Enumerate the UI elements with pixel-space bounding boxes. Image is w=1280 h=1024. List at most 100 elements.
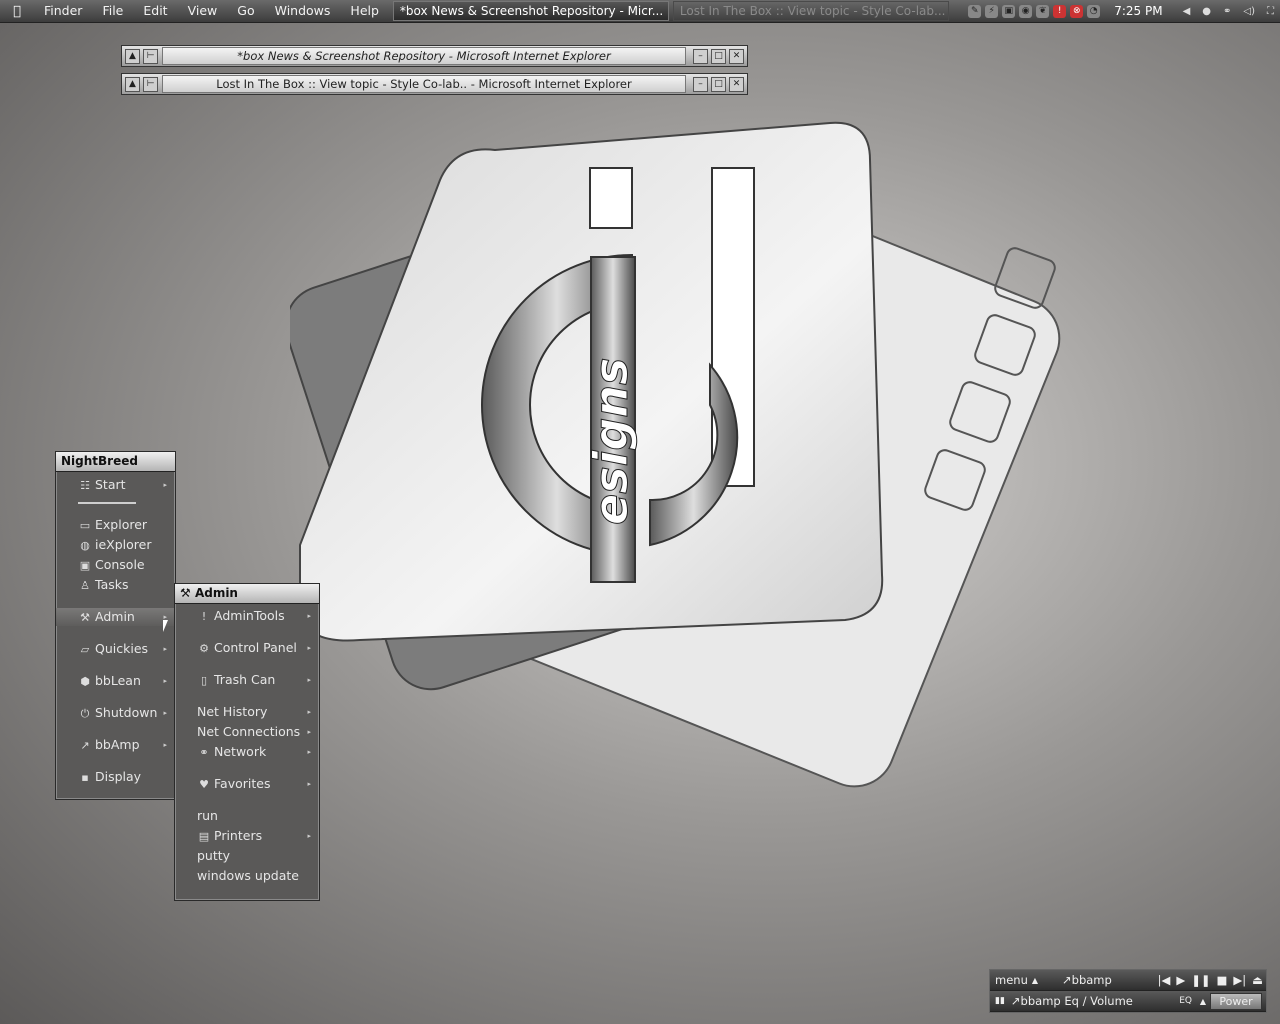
nightbreed-menu: NightBreed ☷ Start ▸ ▭ Explorer ◍ ieXplorer … xyxy=(55,451,176,800)
close-button[interactable]: ✕ xyxy=(729,48,744,64)
window-title[interactable]: *box News & Screenshot Repository - Micr… xyxy=(162,47,686,65)
tools-icon: ⚒ xyxy=(80,611,90,624)
minimize-button[interactable]: – xyxy=(693,48,708,64)
menu-help[interactable]: Help xyxy=(340,0,389,22)
bbamp-menu-button[interactable]: menu xyxy=(995,973,1028,987)
submenu-arrow-icon: ▸ xyxy=(163,741,167,749)
winamp-icon[interactable]: ⚡ xyxy=(985,4,999,18)
previous-button[interactable]: |◀ xyxy=(1158,973,1171,987)
power-button[interactable]: Power xyxy=(1210,993,1262,1010)
submenu-arrow-icon: ▸ xyxy=(163,709,167,717)
console-icon: ▣ xyxy=(79,559,91,572)
equalizer-icon[interactable]: ▮▮ xyxy=(995,996,1005,1006)
menu-item-favorites[interactable]: ♥ Favorites ▸ xyxy=(175,775,319,793)
system-tray: ✎ ⚡ ▣ ◉ ❦ ! ⊗ ◔ 7:25 PM ◀ ● ⚭ ◁) ⛶ xyxy=(966,0,1280,22)
volume-icon[interactable]: ◁) xyxy=(1243,6,1255,17)
globe-icon: ◍ xyxy=(80,539,90,552)
record-icon[interactable]: ● xyxy=(1202,6,1211,17)
pencil-icon[interactable]: ✎ xyxy=(968,4,982,18)
apple-icon[interactable]:  xyxy=(0,4,34,19)
control-panel-icon: ⚙ xyxy=(199,642,209,655)
network-icon[interactable]: ⚭ xyxy=(1223,6,1231,17)
window-menu-icon[interactable]: ⊢ xyxy=(143,76,158,92)
menu-view[interactable]: View xyxy=(178,0,228,22)
tools-icon: ⚒ xyxy=(180,586,195,600)
clock[interactable]: 7:25 PM xyxy=(1114,4,1162,18)
menu-item-net-history[interactable]: Net History ▸ xyxy=(175,703,319,721)
antivirus-icon[interactable]: ! xyxy=(1053,4,1067,18)
prev-icon[interactable]: ◀ xyxy=(1183,6,1191,17)
submenu-arrow-icon: ▸ xyxy=(163,481,167,489)
mouse-pointer-icon xyxy=(163,620,168,632)
designs-logo-wallpaper: esigns xyxy=(290,121,1061,788)
menu-item-admin[interactable]: ⚒ Admin ▸ xyxy=(56,608,175,626)
menu-item-admintools[interactable]: ǃ AdminTools ▸ xyxy=(175,607,319,625)
minimize-button[interactable]: – xyxy=(693,76,708,92)
menu-item-network[interactable]: ⚭ Network ▸ xyxy=(175,743,319,761)
submenu-arrow-icon: ▸ xyxy=(163,645,167,653)
menu-item-run[interactable]: run xyxy=(175,807,319,825)
play-button[interactable]: ▶ xyxy=(1176,973,1185,987)
menu-item-quickies[interactable]: ▱ Quickies ▸ xyxy=(56,640,175,658)
submenu-arrow-icon: ▸ xyxy=(307,728,311,736)
menu-item-console[interactable]: ▣ Console xyxy=(56,556,175,574)
window-title[interactable]: Lost In The Box :: View topic - Style Co… xyxy=(162,75,686,93)
submenu-arrow-icon: ▸ xyxy=(307,644,311,652)
menu-item-iexplorer[interactable]: ◍ ieXplorer xyxy=(56,536,175,554)
window-menu-icon[interactable]: ⊢ xyxy=(143,48,158,64)
menu-windows[interactable]: Windows xyxy=(265,0,341,22)
menu-item-printers[interactable]: ▤ Printers ▸ xyxy=(175,827,319,845)
eject-button[interactable]: ⏏ xyxy=(1252,973,1263,987)
leaf-icon[interactable]: ❦ xyxy=(1036,4,1050,18)
menu-item-bbamp[interactable]: ↗ bbAmp ▸ xyxy=(56,736,175,754)
menu-item-start[interactable]: ☷ Start ▸ xyxy=(56,476,175,494)
shield-icon[interactable]: ◉ xyxy=(1019,4,1033,18)
menu-item-putty[interactable]: putty xyxy=(175,847,319,865)
taskbar-item-box-news[interactable]: *box News & Screenshot Repository - Micr… xyxy=(392,1,669,21)
bbamp-icon: ↗ xyxy=(1062,973,1072,987)
start-icon: ☷ xyxy=(80,479,90,492)
bbamp-title: bbamp xyxy=(1071,973,1112,987)
folder-open-icon: ▱ xyxy=(80,643,90,656)
maximize-button[interactable]: □ xyxy=(711,48,726,64)
menu-item-explorer[interactable]: ▭ Explorer xyxy=(56,516,175,534)
window-up-icon[interactable]: ▲ xyxy=(125,76,140,92)
next-button[interactable]: ▶| xyxy=(1233,973,1246,987)
menu-item-net-connections[interactable]: Net Connections ▸ xyxy=(175,723,319,741)
menu-item-shutdown[interactable]: ⏻ Shutdown ▸ xyxy=(56,704,175,722)
menu-item-display[interactable]: ▪ Display xyxy=(56,768,175,786)
stop-icon[interactable]: ⊗ xyxy=(1070,4,1084,18)
menu-item-tasks[interactable]: ♙ Tasks xyxy=(56,576,175,594)
stop-button[interactable]: ■ xyxy=(1217,973,1228,987)
menu-finder[interactable]: Finder xyxy=(34,0,92,22)
window-lost-in-the-box[interactable]: ▲ ⊢ Lost In The Box :: View topic - Styl… xyxy=(121,73,748,95)
menu-item-bblean[interactable]: ⬢ bbLean ▸ xyxy=(56,672,175,690)
power-icon: ⏻ xyxy=(80,707,90,720)
submenu-arrow-icon: ▸ xyxy=(307,832,311,840)
bbamp-eq-label: bbamp Eq / Volume xyxy=(1020,994,1133,1008)
admin-submenu: ⚒ Admin ǃ AdminTools ▸ ⚙ Control Panel ▸ ▯ Tr… xyxy=(174,583,320,901)
taskbar-item-lost-in-the-box[interactable]: Lost In The Box :: View topic - Style Co… xyxy=(672,1,949,21)
menu-item-windows-update[interactable]: windows update xyxy=(175,867,319,885)
eq-toggle-button[interactable]: EQ xyxy=(1179,996,1192,1006)
bbamp-eq-bar: ▮▮ ↗ bbamp Eq / Volume EQ ▲ Power xyxy=(990,991,1266,1011)
menu-edit[interactable]: Edit xyxy=(133,0,177,22)
pause-button[interactable]: ❚❚ xyxy=(1191,973,1210,987)
window-up-icon[interactable]: ▲ xyxy=(125,48,140,64)
folder-icon: ▭ xyxy=(79,519,91,532)
menu-title: ⚒ Admin xyxy=(175,584,319,604)
clock-tray-icon[interactable]: ◔ xyxy=(1087,4,1101,18)
network-tray-icon[interactable]: ▣ xyxy=(1002,4,1016,18)
menu-go[interactable]: Go xyxy=(227,0,264,22)
volume-up-button[interactable]: ▲ xyxy=(1200,997,1206,1006)
menu-item-control-panel[interactable]: ⚙ Control Panel ▸ xyxy=(175,639,319,657)
window-box-news[interactable]: ▲ ⊢ *box News & Screenshot Repository - … xyxy=(121,45,748,67)
menu-file[interactable]: File xyxy=(92,0,133,22)
toggle-icon[interactable]: ⛶ xyxy=(1267,6,1274,17)
menu-item-trash-can[interactable]: ▯ Trash Can ▸ xyxy=(175,671,319,689)
close-button[interactable]: ✕ xyxy=(729,76,744,92)
bbamp-icon: ↗ xyxy=(80,739,90,752)
maximize-button[interactable]: □ xyxy=(711,76,726,92)
eject-small-icon[interactable]: ▲ xyxy=(1032,976,1038,985)
submenu-arrow-icon: ▸ xyxy=(307,612,311,620)
